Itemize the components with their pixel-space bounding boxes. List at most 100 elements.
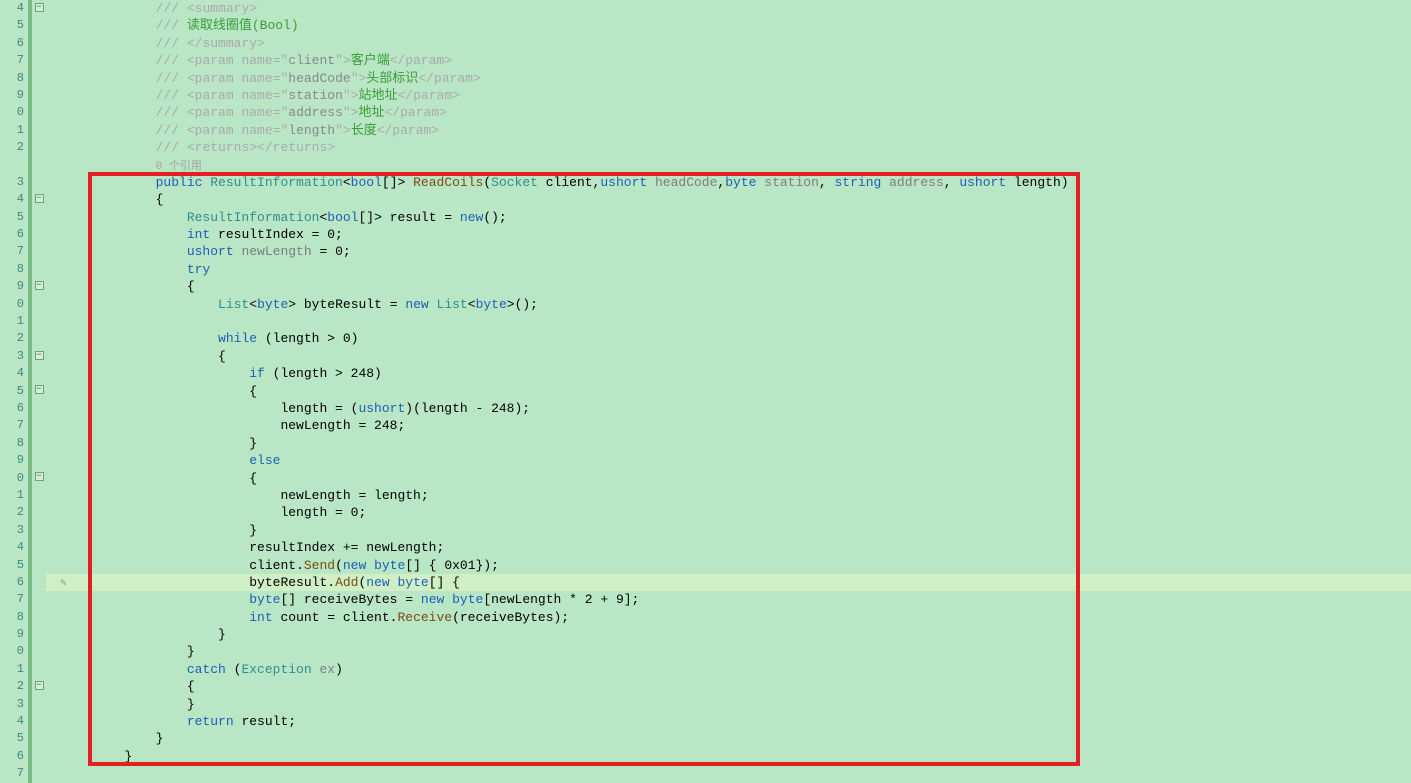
line-number[interactable]: 7	[0, 591, 24, 608]
code-line[interactable]: /// <param name="client">客户端</param>	[62, 52, 1411, 69]
line-number[interactable]: 2	[0, 330, 24, 347]
code-line[interactable]: {	[62, 678, 1411, 695]
code-line[interactable]: }	[62, 643, 1411, 660]
line-number[interactable]: 9	[0, 278, 24, 295]
line-number[interactable]: 5	[0, 730, 24, 747]
fold-toggle[interactable]: −	[32, 678, 46, 695]
fold-toggle[interactable]: −	[32, 470, 46, 487]
line-number[interactable]: 3	[0, 174, 24, 191]
line-number[interactable]: 6	[0, 400, 24, 417]
code-line[interactable]: /// <param name="headCode">头部标识</param>	[62, 70, 1411, 87]
line-number[interactable]: 8	[0, 70, 24, 87]
code-line[interactable]: 0 个引用	[62, 157, 1411, 174]
code-line[interactable]: /// <returns></returns>	[62, 139, 1411, 156]
line-number[interactable]: 1	[0, 487, 24, 504]
code-line[interactable]: /// 读取线圈值(Bool)	[62, 17, 1411, 34]
code-line[interactable]: if (length > 248)	[62, 365, 1411, 382]
code-editor[interactable]: 4567890123456789012345678901234567890123…	[0, 0, 1411, 783]
code-line[interactable]: {	[62, 470, 1411, 487]
code-line[interactable]: {	[62, 278, 1411, 295]
line-number[interactable]: 7	[0, 765, 24, 782]
line-number[interactable]: 5	[0, 557, 24, 574]
line-number[interactable]: 0	[0, 470, 24, 487]
line-number[interactable]: 5	[0, 383, 24, 400]
line-number[interactable]: 4	[0, 713, 24, 730]
line-number[interactable]: 9	[0, 452, 24, 469]
code-line[interactable]: resultIndex += newLength;	[62, 539, 1411, 556]
code-line[interactable]: int resultIndex = 0;	[62, 226, 1411, 243]
line-number[interactable]: 1	[0, 122, 24, 139]
line-number[interactable]: 6	[0, 35, 24, 52]
code-line[interactable]: }	[62, 522, 1411, 539]
line-number[interactable]: 4	[0, 191, 24, 208]
fold-toggle[interactable]: −	[32, 0, 46, 17]
code-line[interactable]: byte[] receiveBytes = new byte[newLength…	[62, 591, 1411, 608]
code-line[interactable]: newLength = length;	[62, 487, 1411, 504]
code-line[interactable]: {	[62, 348, 1411, 365]
line-number[interactable]	[0, 157, 24, 174]
line-number[interactable]: 9	[0, 626, 24, 643]
code-line[interactable]: /// <param name="station">站地址</param>	[62, 87, 1411, 104]
code-line[interactable]: length = 0;	[62, 504, 1411, 521]
line-number[interactable]: 0	[0, 104, 24, 121]
line-number[interactable]: 8	[0, 435, 24, 452]
code-line[interactable]: public ResultInformation<bool[]> ReadCoi…	[62, 174, 1411, 191]
code-line[interactable]: {	[62, 383, 1411, 400]
code-line[interactable]: catch (Exception ex)	[62, 661, 1411, 678]
code-line[interactable]: return result;	[62, 713, 1411, 730]
fold-toggle[interactable]: −	[32, 278, 46, 295]
code-line[interactable]: byteResult.Add(new byte[] {	[62, 574, 1411, 591]
fold-toggle[interactable]: −	[32, 383, 46, 400]
code-line[interactable]: /// <summary>	[62, 0, 1411, 17]
code-line[interactable]: /// <param name="length">长度</param>	[62, 122, 1411, 139]
line-number[interactable]: 7	[0, 52, 24, 69]
line-number[interactable]: 6	[0, 574, 24, 591]
line-number[interactable]: 0	[0, 296, 24, 313]
line-number[interactable]: 9	[0, 87, 24, 104]
line-number[interactable]: 7	[0, 243, 24, 260]
line-number[interactable]: 8	[0, 261, 24, 278]
line-number[interactable]: 2	[0, 139, 24, 156]
line-number[interactable]: 3	[0, 696, 24, 713]
code-line[interactable]: }	[62, 696, 1411, 713]
code-line[interactable]: List<byte> byteResult = new List<byte>()…	[62, 296, 1411, 313]
code-line[interactable]: newLength = 248;	[62, 417, 1411, 434]
code-line[interactable]: /// </summary>	[62, 35, 1411, 52]
code-area[interactable]: ✎ /// <summary> /// 读取线圈值(Bool) /// </su…	[46, 0, 1411, 783]
line-number[interactable]: 2	[0, 678, 24, 695]
code-line[interactable]: ushort newLength = 0;	[62, 243, 1411, 260]
code-line[interactable]	[62, 313, 1411, 330]
code-line[interactable]: }	[62, 435, 1411, 452]
code-line[interactable]: client.Send(new byte[] { 0x01});	[62, 557, 1411, 574]
line-number-gutter[interactable]: 4567890123456789012345678901234567890123…	[0, 0, 28, 783]
line-number[interactable]: 4	[0, 539, 24, 556]
line-number[interactable]: 1	[0, 313, 24, 330]
code-line[interactable]: try	[62, 261, 1411, 278]
code-line[interactable]: }	[62, 748, 1411, 765]
line-number[interactable]: 5	[0, 209, 24, 226]
code-line[interactable]: }	[62, 730, 1411, 747]
code-line[interactable]	[62, 765, 1411, 782]
fold-toggle[interactable]: −	[32, 348, 46, 365]
code-line[interactable]: length = (ushort)(length - 248);	[62, 400, 1411, 417]
line-number[interactable]: 8	[0, 609, 24, 626]
line-number[interactable]: 6	[0, 748, 24, 765]
code-line[interactable]: int count = client.Receive(receiveBytes)…	[62, 609, 1411, 626]
code-line[interactable]: {	[62, 191, 1411, 208]
fold-column[interactable]: − − − − − − −	[32, 0, 46, 783]
line-number[interactable]: 3	[0, 522, 24, 539]
line-number[interactable]: 6	[0, 226, 24, 243]
code-line[interactable]: while (length > 0)	[62, 330, 1411, 347]
fold-toggle[interactable]: −	[32, 191, 46, 208]
line-number[interactable]: 0	[0, 643, 24, 660]
line-number[interactable]: 5	[0, 17, 24, 34]
line-number[interactable]: 4	[0, 0, 24, 17]
code-line[interactable]: else	[62, 452, 1411, 469]
line-number[interactable]: 2	[0, 504, 24, 521]
line-number[interactable]: 4	[0, 365, 24, 382]
code-line[interactable]: }	[62, 626, 1411, 643]
line-number[interactable]: 7	[0, 417, 24, 434]
code-line[interactable]: ResultInformation<bool[]> result = new()…	[62, 209, 1411, 226]
line-number[interactable]: 3	[0, 348, 24, 365]
line-number[interactable]: 1	[0, 661, 24, 678]
